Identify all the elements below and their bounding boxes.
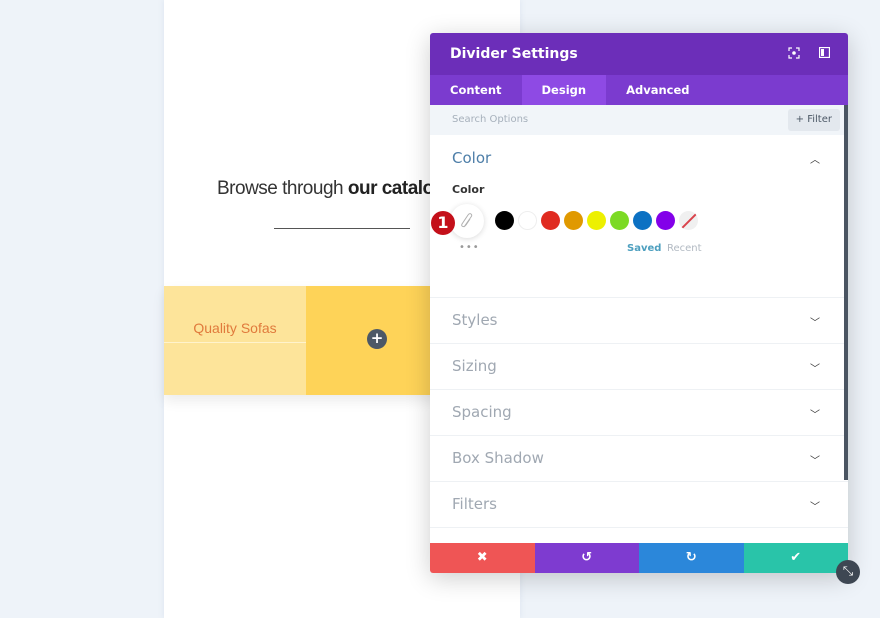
swatch-none[interactable] — [679, 211, 698, 230]
color-picker-button[interactable] — [450, 204, 484, 238]
section-title: Filters — [452, 495, 497, 513]
browse-heading: Browse through our catalo — [217, 178, 434, 200]
swatch-red[interactable] — [541, 211, 560, 230]
tab-advanced[interactable]: Advanced — [606, 75, 709, 105]
section-color: Color ︿ Color 1 ••• Saved Recent — [430, 135, 848, 298]
recent-tab[interactable]: Recent — [667, 243, 702, 254]
search-options-input[interactable]: Search Options + Filter — [430, 105, 848, 135]
swatch-white[interactable] — [518, 211, 537, 230]
modal-title: Divider Settings — [450, 46, 578, 62]
browse-regular-text: Browse through — [217, 178, 348, 199]
section-title: Box Shadow — [452, 449, 544, 467]
chevron-down-icon[interactable]: ﹀ — [810, 406, 820, 421]
chevron-up-icon[interactable]: ︿ — [810, 151, 820, 166]
redo-button[interactable]: ↻ — [639, 543, 744, 573]
column-left[interactable]: Quality Sofas — [164, 286, 306, 395]
focus-icon[interactable] — [787, 47, 801, 61]
color-field-label: Color — [452, 183, 485, 196]
browse-bold-text: our catalo — [347, 178, 434, 199]
modal-tabs: Content Design Advanced — [430, 75, 848, 105]
column-label: Quality Sofas — [193, 320, 277, 336]
section-filters[interactable]: Filters ﹀ — [430, 482, 848, 528]
swatch-black[interactable] — [495, 211, 514, 230]
chevron-down-icon[interactable]: ﹀ — [810, 314, 820, 329]
section-box-shadow[interactable]: Box Shadow ﹀ — [430, 436, 848, 482]
add-module-button[interactable]: + — [367, 329, 387, 349]
yellow-row: Quality Sofas + — [164, 286, 464, 395]
settings-scroll-area: Color ︿ Color 1 ••• Saved Recent Styles … — [430, 135, 848, 543]
section-title: Sizing — [452, 357, 497, 375]
column-divider-line — [164, 342, 306, 343]
search-placeholder: Search Options — [452, 114, 529, 125]
filter-button[interactable]: + Filter — [787, 109, 840, 131]
saved-tab[interactable]: Saved — [627, 243, 661, 254]
more-options-icon[interactable]: ••• — [459, 242, 480, 253]
section-sizing[interactable]: Sizing ﹀ — [430, 344, 848, 390]
section-spacing[interactable]: Spacing ﹀ — [430, 390, 848, 436]
section-title: Styles — [452, 311, 498, 329]
save-button[interactable]: ✔ — [743, 543, 848, 573]
cancel-button[interactable]: ✖ — [430, 543, 535, 573]
swatch-yellow[interactable] — [587, 211, 606, 230]
chevron-down-icon[interactable]: ﹀ — [810, 498, 820, 513]
section-title: Color — [452, 149, 492, 167]
scrollbar[interactable] — [844, 105, 848, 480]
modal-header: Divider Settings — [430, 33, 848, 75]
chevron-down-icon[interactable]: ﹀ — [810, 452, 820, 467]
chevron-down-icon[interactable]: ﹀ — [810, 360, 820, 375]
swatch-green[interactable] — [610, 211, 629, 230]
sidebar-toggle-icon[interactable] — [817, 46, 831, 61]
section-color-header[interactable]: Color ︿ — [430, 135, 848, 180]
divider-settings-modal: Divider Settings Content Design Advanced… — [430, 33, 848, 573]
swatch-purple[interactable] — [656, 211, 675, 230]
undo-button[interactable]: ↺ — [534, 543, 639, 573]
swatch-blue[interactable] — [633, 211, 652, 230]
color-swatches — [495, 211, 702, 230]
divider-module[interactable] — [274, 228, 410, 229]
swatch-orange[interactable] — [564, 211, 583, 230]
section-title: Spacing — [452, 403, 512, 421]
step-badge: 1 — [431, 211, 455, 235]
tab-content[interactable]: Content — [430, 75, 522, 105]
modal-footer: ✖ ↺ ↻ ✔ — [430, 543, 848, 573]
color-field: Color 1 ••• Saved Recent — [430, 180, 848, 297]
resize-handle-icon[interactable]: ⤡ — [836, 560, 860, 584]
section-animation[interactable]: Animation﹀ — [430, 528, 848, 543]
tab-design[interactable]: Design — [521, 75, 607, 105]
section-styles[interactable]: Styles ﹀ — [430, 298, 848, 344]
